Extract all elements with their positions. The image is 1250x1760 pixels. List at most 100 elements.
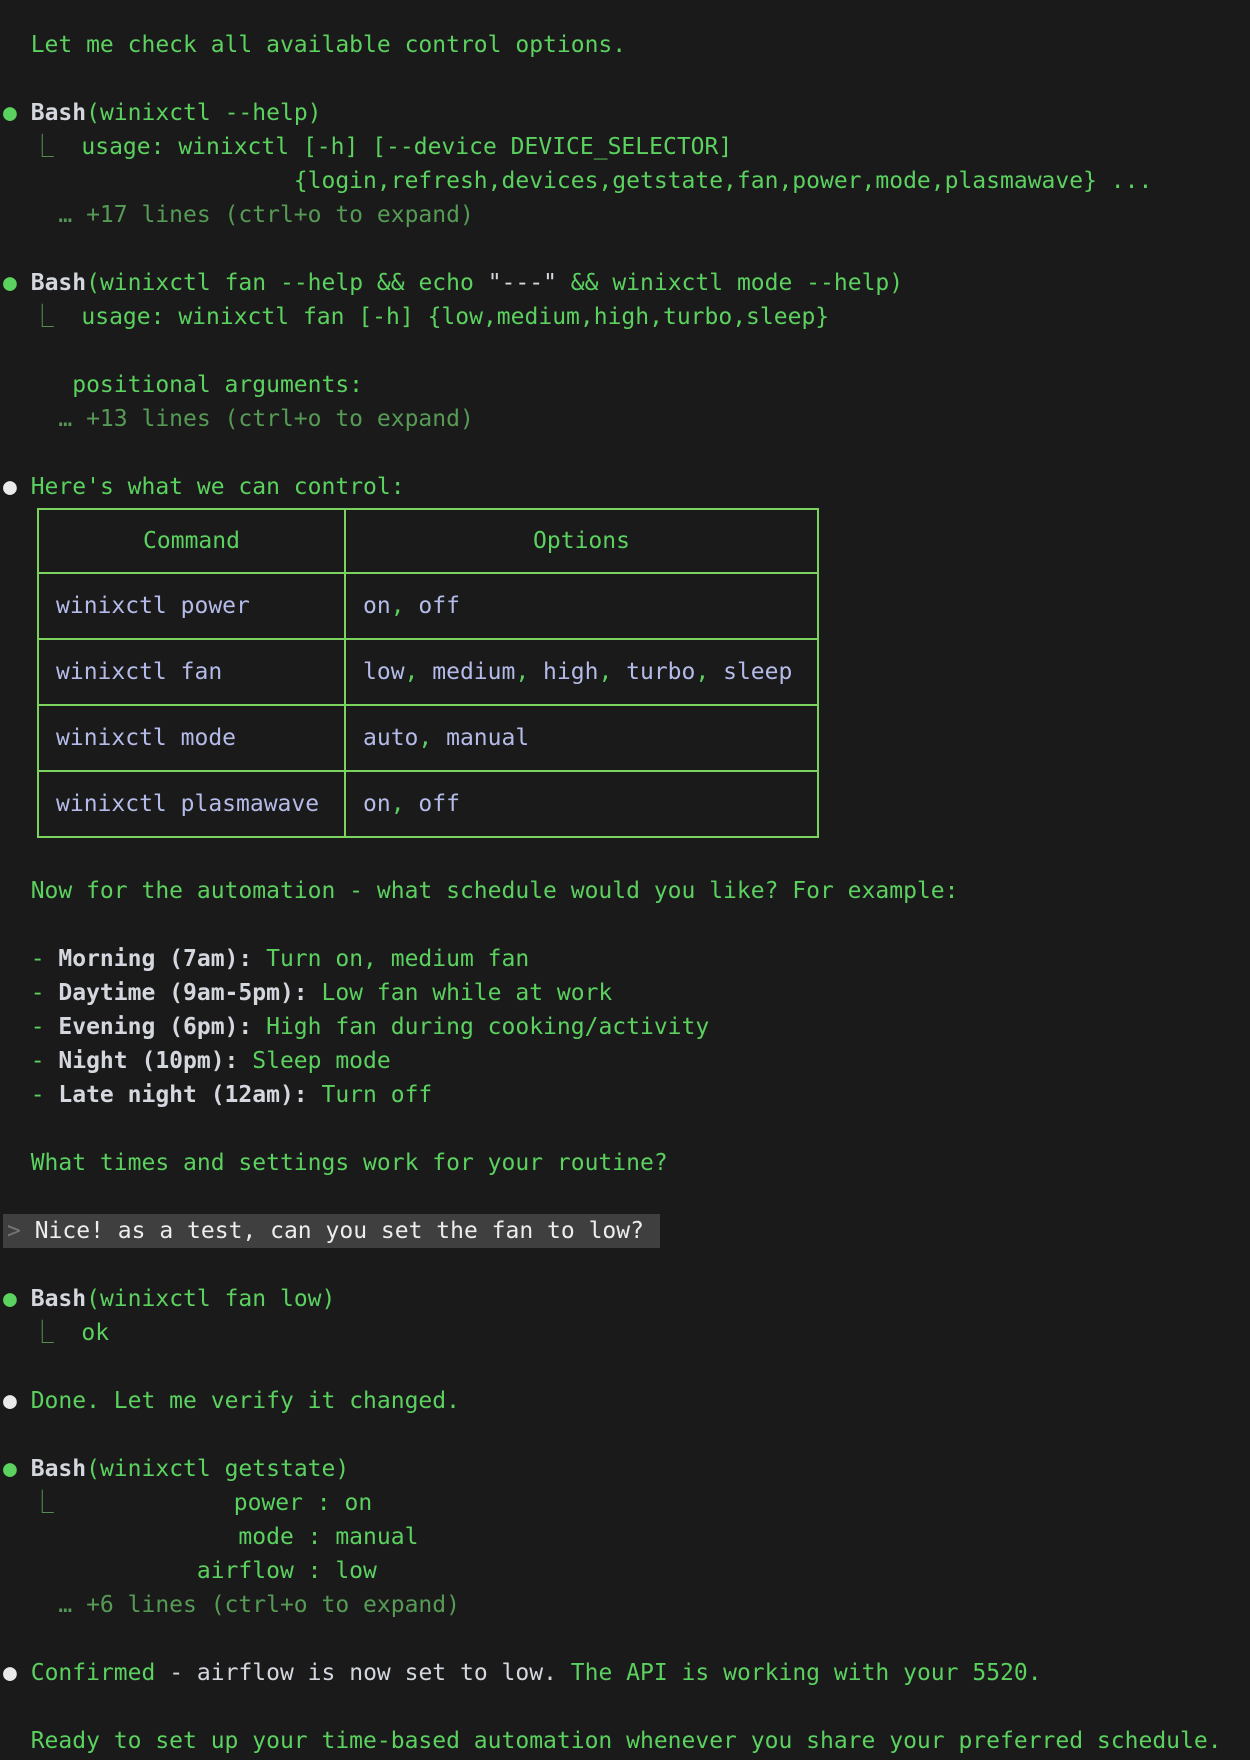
command-output-line: airflow : low [3, 1554, 1250, 1588]
options-separator: , [391, 593, 419, 619]
table-row: winixctl modeauto, manual [38, 705, 818, 771]
output-corner-icon: ⎿ [3, 134, 81, 160]
options-separator: , [391, 791, 419, 817]
confirmed-status-text: - airflow is now set to low. [169, 1660, 557, 1686]
terminal-transcript: Let me check all available control optio… [3, 28, 1250, 1758]
command-output-line: mode : manual [3, 1520, 1250, 1554]
bash-command-line: ● Bash(winixctl getstate) [3, 1452, 1250, 1486]
table-header-command: Command [38, 509, 345, 573]
text-segment: ok [81, 1320, 109, 1346]
assistant-text-line: ● Done. Let me verify it changed. [3, 1384, 1250, 1418]
schedule-label: Evening (6pm): [58, 1014, 252, 1040]
bash-bullet-icon: ● [3, 1286, 17, 1312]
text-segment: What times and settings work for your ro… [3, 1150, 668, 1176]
bash-label: Bash [31, 1286, 86, 1312]
text-segment: - [3, 1014, 58, 1040]
schedule-label: Late night (12am): [58, 1082, 307, 1108]
bash-command-string: "---" [488, 270, 557, 296]
text-segment: Ready to set up your time-based automati… [3, 1728, 1222, 1754]
bash-command-line: ● Bash(winixctl --help) [3, 96, 1250, 130]
option-value: on [363, 791, 391, 817]
text-segment: - [3, 980, 58, 1006]
option-value: off [418, 593, 460, 619]
assistant-text-line: What times and settings work for your ro… [3, 1146, 1250, 1180]
bash-label: Bash [31, 1456, 86, 1482]
text-segment: usage: winixctl fan [-h] {low,medium,hig… [81, 304, 829, 330]
output-expand-hint: … +6 lines (ctrl+o to expand) [3, 1588, 1250, 1622]
text-segment: Let me check all available control optio… [3, 32, 626, 58]
blank-line [3, 232, 1250, 266]
text-segment: positional arguments: [3, 372, 363, 398]
user-message-highlight: > Nice! as a test, can you set the fan t… [3, 1214, 660, 1248]
table-header-options: Options [345, 509, 818, 573]
bash-bullet-icon: ● [3, 270, 17, 296]
command-output-line: ⎿ ok [3, 1316, 1250, 1350]
bash-bullet-icon: ● [3, 1456, 17, 1482]
assistant-text-line: Let me check all available control optio… [3, 28, 1250, 62]
bash-command-text: (winixctl fan --help && echo [86, 270, 488, 296]
text-segment: Now for the automation - what schedule w… [3, 878, 958, 904]
option-value: medium [432, 659, 515, 685]
text-segment: - [3, 1082, 58, 1108]
assistant-bullet-icon: ● [3, 1388, 17, 1414]
text-segment: airflow : low [3, 1558, 377, 1584]
schedule-list-item: - Late night (12am): Turn off [3, 1078, 1250, 1112]
text-segment: High fan during cooking/activity [252, 1014, 709, 1040]
bash-command-text: (winixctl --help) [86, 100, 321, 126]
options-separator: , [405, 659, 433, 685]
schedule-list-item: - Night (10pm): Sleep mode [3, 1044, 1250, 1078]
options-separator: , [695, 659, 723, 685]
text-segment: power : on [54, 1490, 373, 1516]
user-message-text: Nice! as a test, can you set the fan to … [35, 1218, 644, 1244]
text-segment: … +17 lines (ctrl+o to expand) [3, 202, 474, 228]
blank-line [3, 908, 1250, 942]
option-value: sleep [723, 659, 792, 685]
options-separator: , [418, 725, 446, 751]
user-message-line: > Nice! as a test, can you set the fan t… [3, 1214, 1250, 1248]
bash-label: Bash [31, 100, 86, 126]
text-segment [17, 1286, 31, 1312]
output-corner-icon: ⎿ [3, 1490, 54, 1516]
option-value: on [363, 593, 391, 619]
schedule-label: Daytime (9am-5pm): [58, 980, 307, 1006]
blank-line [3, 334, 1250, 368]
text-segment: The API is working with your 5520. [557, 1660, 1042, 1686]
table-cell-options: low, medium, high, turbo, sleep [345, 639, 818, 705]
text-segment: mode : manual [3, 1524, 418, 1550]
text-segment [17, 270, 31, 296]
table-row: winixctl power on, off [38, 573, 818, 639]
option-value: low [363, 659, 405, 685]
control-options-table: CommandOptionswinixctl poweron, offwinix… [37, 508, 819, 838]
text-segment [17, 1660, 31, 1686]
table-cell-options: auto, manual [345, 705, 818, 771]
bash-command-text: (winixctl fan low) [86, 1286, 335, 1312]
text-segment: - [3, 1048, 58, 1074]
blank-line [3, 1690, 1250, 1724]
table-cell-command: winixctl power [38, 573, 345, 639]
bash-command-line: ● Bash(winixctl fan --help && echo "---"… [3, 266, 1250, 300]
bash-bullet-icon: ● [3, 100, 17, 126]
blank-line [3, 436, 1250, 470]
blank-line [3, 1350, 1250, 1384]
schedule-label: Morning (7am): [58, 946, 252, 972]
assistant-text-line: Ready to set up your time-based automati… [3, 1724, 1250, 1758]
bash-command-text: (winixctl getstate) [86, 1456, 349, 1482]
text-segment: … +6 lines (ctrl+o to expand) [3, 1592, 460, 1618]
text-segment: Low fan while at work [308, 980, 613, 1006]
options-separator: , [598, 659, 626, 685]
text-segment: … +13 lines (ctrl+o to expand) [3, 406, 474, 432]
schedule-list-item: - Morning (7am): Turn on, medium fan [3, 942, 1250, 976]
blank-line [3, 1418, 1250, 1452]
text-segment: Sleep mode [238, 1048, 390, 1074]
command-output-line: {login,refresh,devices,getstate,fan,powe… [3, 164, 1250, 198]
blank-line [3, 1248, 1250, 1282]
assistant-text-line: Now for the automation - what schedule w… [3, 874, 1250, 908]
text-segment [17, 100, 31, 126]
text-segment: Turn off [308, 1082, 433, 1108]
table-cell-options: on, off [345, 771, 818, 837]
text-segment: {login,refresh,devices,getstate,fan,powe… [3, 168, 1152, 194]
output-expand-hint: … +17 lines (ctrl+o to expand) [3, 198, 1250, 232]
bash-command-line: ● Bash(winixctl fan low) [3, 1282, 1250, 1316]
command-output-line: ⎿ power : on [3, 1486, 1250, 1520]
assistant-bullet-icon: ● [3, 474, 17, 500]
